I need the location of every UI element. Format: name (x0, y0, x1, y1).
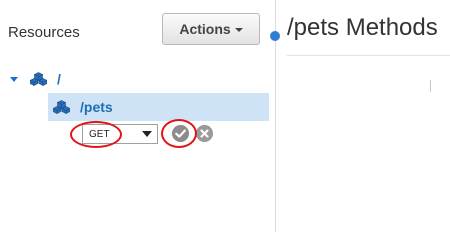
resource-icon (53, 100, 70, 114)
http-method-select[interactable]: GET (82, 124, 158, 144)
title-divider (287, 55, 450, 56)
resources-heading: Resources (8, 24, 80, 41)
app-root: Resources Actions / /pets GET /pets Meth… (0, 0, 450, 232)
actions-dropdown-button[interactable]: Actions (162, 13, 260, 45)
expand-arrow-icon[interactable] (10, 76, 18, 82)
tree-item-root[interactable]: / (10, 70, 61, 88)
text-cursor-mark (430, 80, 431, 92)
page-title: /pets Methods (287, 14, 438, 41)
actions-label: Actions (179, 21, 231, 37)
http-method-value: GET (89, 128, 110, 140)
panel-resize-handle[interactable] (270, 31, 280, 41)
tree-item-pets[interactable]: /pets (48, 93, 269, 121)
check-icon[interactable] (172, 125, 189, 142)
dropdown-arrow-icon (142, 131, 152, 137)
chevron-down-icon (234, 28, 243, 32)
tree-item-root-label[interactable]: / (57, 71, 61, 87)
resources-panel: Resources Actions / /pets GET (0, 0, 275, 232)
tree-item-pets-label[interactable]: /pets (80, 99, 113, 115)
x-icon[interactable] (196, 125, 213, 142)
resource-icon (30, 72, 47, 86)
